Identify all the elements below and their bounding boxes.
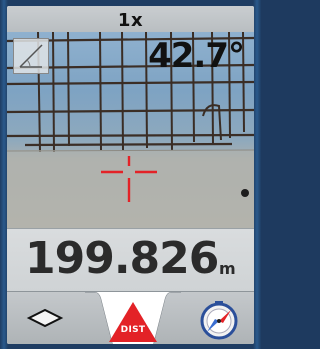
distance-tab-label: DIST <box>120 325 146 335</box>
distance-value: 199.826 <box>25 233 219 284</box>
device-frame: 1x 42.7° 199.826 m DIST <box>0 0 261 349</box>
mode-toolbar: DIST <box>7 291 254 344</box>
tilt-angle-icon[interactable] <box>13 38 49 74</box>
distance-mode-tab[interactable]: DIST <box>85 292 181 344</box>
zoom-level[interactable]: 1x <box>118 10 143 31</box>
measurement-screen: 1x 42.7° 199.826 m DIST <box>7 6 254 344</box>
zoom-bar[interactable]: 1x <box>7 6 254 32</box>
area-mode-button[interactable] <box>7 292 81 344</box>
angle-readout: 42.7° <box>148 36 245 76</box>
compass-icon <box>200 301 238 340</box>
active-tab-shape <box>85 292 181 344</box>
camera-viewfinder[interactable]: 42.7° <box>7 32 254 228</box>
distance-panel: 199.826 m <box>7 228 254 291</box>
distance-unit: m <box>219 259 236 278</box>
area-plane-icon <box>26 308 64 328</box>
crosshair-target-icon <box>101 156 157 202</box>
compass-mode-button[interactable] <box>185 292 254 344</box>
